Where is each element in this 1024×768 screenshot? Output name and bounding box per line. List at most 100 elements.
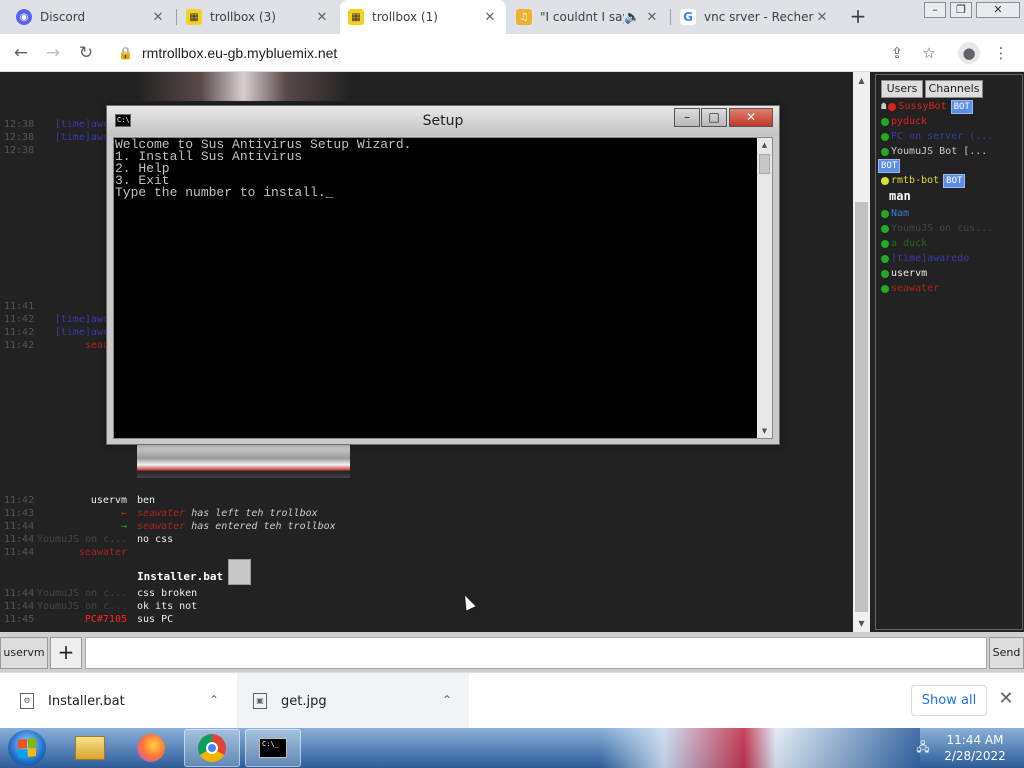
- user-list-item[interactable]: Nam: [881, 207, 909, 221]
- file-thumbnail-icon[interactable]: [228, 559, 251, 585]
- browser-tab-strip: ◉ Discord ✕ ▦ trollbox (3) ✕ ▦ trollbox …: [0, 0, 1024, 34]
- maximize-button[interactable]: □: [701, 108, 727, 127]
- message-time: 11:43: [4, 508, 35, 519]
- chevron-up-icon[interactable]: ⌃: [441, 693, 453, 707]
- message-nick[interactable]: YoumuJS on c...: [37, 587, 127, 600]
- users-sidebar: Users Channels ☗ SussyBot BOT pyduck PC …: [875, 74, 1023, 630]
- close-icon[interactable]: ✕: [482, 10, 498, 25]
- user-list-item[interactable]: uservm: [881, 267, 927, 281]
- file-attachment-link[interactable]: Installer.bat: [137, 570, 223, 583]
- window-titlebar[interactable]: C:\ Setup – □ ✕: [107, 106, 779, 136]
- tab-trollbox-1[interactable]: ▦ trollbox (1) ✕: [340, 0, 506, 34]
- speaker-icon[interactable]: 🔈: [624, 10, 640, 25]
- send-button[interactable]: Send: [989, 637, 1024, 669]
- user-name: rmtb-bot: [891, 175, 940, 186]
- user-list-item[interactable]: YoumuJS on cus...: [881, 222, 993, 236]
- close-icon[interactable]: ✕: [996, 689, 1016, 709]
- minimize-window-button[interactable]: –: [924, 2, 946, 18]
- scroll-down-arrow-icon[interactable]: ▼: [853, 615, 870, 632]
- close-icon[interactable]: ✕: [814, 10, 830, 25]
- message-nick[interactable]: uservm: [37, 494, 127, 507]
- message-nick[interactable]: PC#7105: [37, 613, 127, 626]
- profile-avatar-icon[interactable]: ●: [958, 42, 980, 64]
- reload-icon[interactable]: ↻: [74, 41, 98, 65]
- share-icon[interactable]: ⇪: [886, 42, 908, 64]
- command-prompt-icon[interactable]: C:\_: [245, 729, 301, 767]
- message-nick[interactable]: YoumuJS on c...: [37, 600, 127, 613]
- tab-label: trollbox (1): [372, 10, 438, 24]
- event-nick[interactable]: seawater: [137, 508, 185, 519]
- scrollbar-thumb[interactable]: [759, 154, 770, 174]
- google-icon: G: [680, 9, 696, 25]
- close-button[interactable]: ✕: [729, 108, 773, 127]
- tab-label: vnc srver - Recherc: [704, 10, 814, 24]
- right-arrow-icon: →: [120, 521, 127, 532]
- user-list-item[interactable]: pyduck: [881, 115, 927, 129]
- chat-message: 11:42 uservm ben: [0, 494, 853, 507]
- show-all-downloads-button[interactable]: Show all: [911, 685, 987, 716]
- status-dot: [881, 177, 889, 185]
- event-nick[interactable]: seawater: [137, 521, 185, 532]
- start-button[interactable]: [8, 730, 46, 766]
- user-list-item[interactable]: man: [889, 189, 911, 203]
- bot-badge: BOT: [943, 174, 966, 188]
- system-clock[interactable]: 11:44 AM 2/28/2022: [940, 732, 1010, 766]
- maximize-window-button[interactable]: ❐: [950, 2, 972, 18]
- console-line: 2. Help: [115, 161, 170, 176]
- menu-kebab-icon[interactable]: ⋮: [990, 42, 1012, 64]
- tab-label: "I couldnt I say: [540, 10, 624, 24]
- scroll-up-arrow-icon[interactable]: ▲: [853, 72, 870, 89]
- bookmark-star-icon[interactable]: ☆: [918, 42, 940, 64]
- chat-message: 11:45 PC#7105 sus PC: [0, 613, 853, 626]
- tab-channels[interactable]: Channels: [925, 80, 983, 98]
- scrollbar-thumb[interactable]: [855, 202, 868, 612]
- close-icon[interactable]: ✕: [644, 10, 660, 25]
- user-list-item[interactable]: PC on server (...: [881, 130, 993, 144]
- close-icon[interactable]: ✕: [314, 10, 330, 25]
- file-explorer-icon[interactable]: [62, 729, 118, 767]
- user-list-item[interactable]: seawater: [881, 282, 939, 296]
- network-icon[interactable]: 🖧: [914, 738, 932, 756]
- new-tab-button[interactable]: +: [847, 5, 869, 27]
- address-bar[interactable]: 🔒 rmtrollbox.eu-gb.mybluemix.net: [108, 39, 958, 67]
- chevron-up-icon[interactable]: ⌃: [208, 693, 220, 707]
- firefox-icon[interactable]: [123, 729, 179, 767]
- tab-audio[interactable]: ♫ "I couldnt I say 🔈 ✕: [508, 0, 668, 34]
- add-attachment-button[interactable]: +: [50, 637, 82, 669]
- user-list-item[interactable]: [time]awaredo: [881, 252, 969, 266]
- chat-scrollbar[interactable]: ▲ ▼: [853, 72, 870, 632]
- close-window-button[interactable]: ✕: [976, 2, 1020, 18]
- download-item[interactable]: ▣ get.jpg ⌃: [237, 673, 469, 729]
- message-time: 12:38: [4, 145, 35, 156]
- close-icon[interactable]: ✕: [150, 10, 166, 25]
- chat-message: 11:44 YoumuJS on c... css broken: [0, 587, 853, 600]
- download-filename: Installer.bat: [48, 693, 125, 709]
- message-nick[interactable]: YoumuJS on c...: [37, 533, 127, 546]
- bot-badge: BOT: [950, 100, 973, 114]
- tab-discord[interactable]: ◉ Discord ✕: [8, 0, 174, 34]
- message-input[interactable]: [85, 637, 987, 669]
- current-nick-button[interactable]: uservm: [0, 637, 48, 669]
- minimize-button[interactable]: –: [674, 108, 700, 127]
- tab-google[interactable]: G vnc srver - Recherc ✕: [672, 0, 838, 34]
- message-nick[interactable]: seawater: [37, 546, 127, 559]
- back-arrow-icon[interactable]: ←: [9, 41, 33, 65]
- download-item[interactable]: ⚙ Installer.bat ⌃: [0, 673, 236, 729]
- tab-trollbox-3[interactable]: ▦ trollbox (3) ✕: [178, 0, 338, 34]
- console-scrollbar[interactable]: ▲ ▼: [757, 138, 772, 438]
- scroll-up-arrow-icon[interactable]: ▲: [757, 138, 772, 152]
- user-list-item[interactable]: ☗ SussyBot BOT: [881, 100, 973, 114]
- url-text: rmtrollbox.eu-gb.mybluemix.net: [142, 45, 338, 61]
- user-list-item[interactable]: a duck: [881, 237, 927, 251]
- user-name: uservm: [891, 268, 928, 279]
- message-text: no css: [137, 534, 174, 545]
- console-output[interactable]: Welcome to Sus Antivirus Setup Wizard. 1.…: [113, 137, 773, 439]
- chrome-icon[interactable]: [184, 729, 240, 767]
- tab-users[interactable]: Users: [881, 80, 923, 98]
- user-name: YoumuJS Bot [...: [891, 146, 988, 157]
- chat-message: 11:44 YoumuJS on c... no css: [0, 533, 853, 546]
- scroll-down-arrow-icon[interactable]: ▼: [757, 424, 772, 438]
- user-list-item[interactable]: rmtb-bot BOT: [881, 174, 966, 188]
- forward-arrow-icon[interactable]: →: [41, 41, 65, 65]
- user-list-item[interactable]: YoumuJS Bot [...: [881, 145, 987, 159]
